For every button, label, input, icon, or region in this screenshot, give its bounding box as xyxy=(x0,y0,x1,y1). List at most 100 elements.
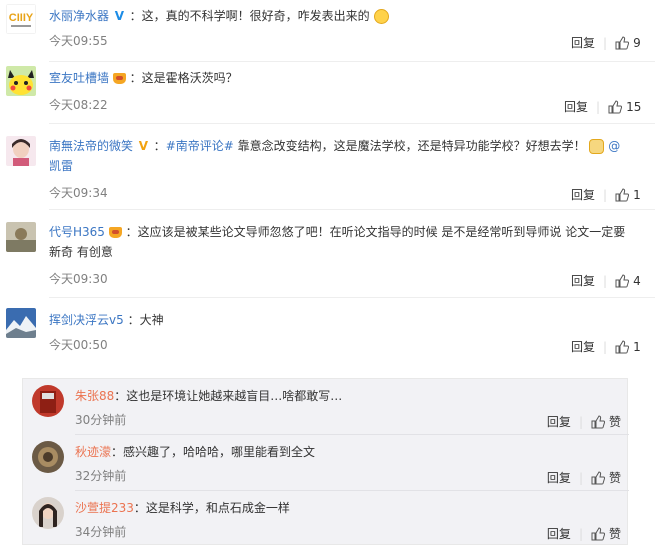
avatar[interactable] xyxy=(6,308,36,338)
like-button[interactable]: 赞 xyxy=(591,525,621,542)
comment-actions: 回复 | 9 xyxy=(571,34,641,51)
comment-text: ：这，真的不科学啊！很好奇，咋发表出来的 xyxy=(129,9,370,23)
comment-time: 32分钟前 xyxy=(75,469,127,483)
like-button[interactable]: 15 xyxy=(608,100,641,114)
like-count: 9 xyxy=(633,35,641,50)
comment-item: CIIIY 水丽净水器 V ：这，真的不科学啊！很好奇，咋发表出来的 今天09:… xyxy=(0,0,655,62)
comment-time: 今天08:22 xyxy=(49,98,108,112)
comment-item: 室友吐槽墙 ：这是霍格沃茨吗？ 今天08:22 回复 | 15 xyxy=(0,62,655,124)
like-count: 4 xyxy=(633,273,641,288)
reply-button[interactable]: 回复 xyxy=(547,469,571,486)
comment-text: 靠意念改变结构，这是魔法学校，还是特异功能学校？好想去学！ xyxy=(233,139,586,153)
divider: | xyxy=(603,35,608,50)
reply-button[interactable]: 回复 xyxy=(571,34,595,51)
reply-button[interactable]: 回复 xyxy=(571,272,595,289)
topic-link[interactable]: #南帝评论# xyxy=(166,139,234,153)
mention-link[interactable]: 凯雷 xyxy=(49,159,73,173)
divider: | xyxy=(603,273,608,288)
divider: | xyxy=(578,526,583,541)
like-button[interactable]: 赞 xyxy=(591,469,621,486)
comment-item: 代号H365 ：这应该是被某些论文导师忽悠了吧！在听论文指导的时候 是不是经常听… xyxy=(0,210,655,298)
comment-username[interactable]: 代号H365 xyxy=(49,225,105,239)
comment-username[interactable]: 南無法帝的微笑 xyxy=(49,139,133,153)
avatar[interactable] xyxy=(6,136,36,166)
avatar[interactable] xyxy=(32,441,64,473)
comment-text: ：这是霍格沃茨吗？ xyxy=(129,71,238,85)
comment-list-top: CIIIY 水丽净水器 V ：这，真的不科学啊！很好奇，咋发表出来的 今天09:… xyxy=(0,0,655,358)
divider: | xyxy=(603,339,608,354)
comment-time: 今天00:50 xyxy=(49,338,108,352)
comment-list-bottom: 朱张88：这也是环境让她越来越盲目…啥都敢写… 30分钟前 回复 | 赞 秋迹濛… xyxy=(22,378,629,546)
comment-username[interactable]: 朱张88 xyxy=(75,389,114,403)
like-count: 1 xyxy=(633,187,641,202)
thumb-up-icon xyxy=(608,99,623,113)
comment-text: 新奇 有创意 xyxy=(49,245,113,259)
avatar[interactable]: CIIIY xyxy=(6,4,36,34)
crown-badge-icon xyxy=(112,73,126,84)
divider: | xyxy=(578,414,583,429)
like-button[interactable]: 1 xyxy=(615,340,641,354)
comment-username[interactable]: 秋迹濛 xyxy=(75,445,111,459)
comment-item: 挥剑决浮云v5 ：大神 今天00:50 回复 | 1 xyxy=(0,298,655,358)
face-emoji-icon xyxy=(373,9,389,24)
comment-separator-colon: ： xyxy=(153,139,166,153)
comment-time: 今天09:34 xyxy=(49,186,108,200)
verified-badge-icon: V xyxy=(114,9,124,23)
comment-username[interactable]: 沙萱提233 xyxy=(75,501,134,515)
comment-actions: 回复 | 15 xyxy=(564,98,641,115)
comment-actions: 回复 | 4 xyxy=(571,272,641,289)
comment-username[interactable]: 室友吐槽墙 xyxy=(49,71,109,85)
comment-item: 朱张88：这也是环境让她越来越盲目…啥都敢写… 30分钟前 回复 | 赞 xyxy=(23,379,629,435)
reply-button[interactable]: 回复 xyxy=(547,413,571,430)
comment-time: 34分钟前 xyxy=(75,525,127,539)
comment-actions: 回复 | 赞 xyxy=(547,469,621,486)
thumb-up-icon xyxy=(615,35,630,49)
like-label: 赞 xyxy=(608,527,621,541)
avatar[interactable] xyxy=(32,385,64,417)
comment-actions: 回复 | 1 xyxy=(571,338,641,355)
like-button[interactable]: 9 xyxy=(615,36,641,50)
divider: | xyxy=(603,187,608,202)
mention-link[interactable]: @ xyxy=(608,139,620,153)
divider: | xyxy=(578,470,583,485)
comment-time: 今天09:30 xyxy=(49,272,108,286)
comment-text: ：这应该是被某些论文导师忽悠了吧！在听论文指导的时候 是不是经常听到导师说 论文… xyxy=(125,225,626,239)
comment-text: ：这是科学，和点石成金一样 xyxy=(133,501,290,515)
reply-button[interactable]: 回复 xyxy=(547,525,571,542)
svg-text:CIIIY: CIIIY xyxy=(9,12,34,24)
like-button[interactable]: 1 xyxy=(615,188,641,202)
comment-username[interactable]: 水丽净水器 xyxy=(49,9,109,23)
avatar[interactable] xyxy=(32,497,64,529)
like-count: 15 xyxy=(626,99,642,114)
avatar[interactable] xyxy=(6,66,36,96)
thumb-up-icon xyxy=(591,526,605,540)
comment-actions: 回复 | 赞 xyxy=(547,413,621,430)
comment-item: 秋迹濛：感兴趣了，哈哈哈，哪里能看到全文 32分钟前 回复 | 赞 xyxy=(23,435,629,491)
comment-item: 南無法帝的微笑 V ：#南帝评论# 靠意念改变结构，这是魔法学校，还是特异功能学… xyxy=(0,124,655,210)
comment-actions: 回复 | 赞 xyxy=(547,525,621,542)
comment-item: 沙萱提233：这是科学，和点石成金一样 34分钟前 回复 | 赞 xyxy=(23,491,629,546)
verified-badge-icon: V xyxy=(138,139,148,153)
crown-badge-icon xyxy=(108,227,122,238)
like-count: 1 xyxy=(633,339,641,354)
reply-button[interactable]: 回复 xyxy=(571,186,595,203)
divider: | xyxy=(596,99,601,114)
comment-time: 30分钟前 xyxy=(75,413,127,427)
comment-text: ：这也是环境让她越来越盲目…啥都敢写… xyxy=(114,389,343,403)
avatar[interactable] xyxy=(6,222,36,252)
like-button[interactable]: 赞 xyxy=(591,413,621,430)
comment-text: ：感兴趣了，哈哈哈，哪里能看到全文 xyxy=(111,445,316,459)
comment-text: ：大神 xyxy=(127,313,164,327)
thumb-up-icon xyxy=(591,470,605,484)
reply-button[interactable]: 回复 xyxy=(571,338,595,355)
reply-button[interactable]: 回复 xyxy=(564,98,588,115)
comment-actions: 回复 | 1 xyxy=(571,186,641,203)
like-button[interactable]: 4 xyxy=(615,274,641,288)
comment-username[interactable]: 挥剑决浮云v5 xyxy=(49,313,124,327)
thumb-up-icon xyxy=(615,273,630,287)
thumb-up-icon xyxy=(591,414,605,428)
comment-time: 今天09:55 xyxy=(49,34,108,48)
dog-emoji-icon xyxy=(589,139,605,154)
thumb-up-icon xyxy=(615,339,630,353)
thumb-up-icon xyxy=(615,187,630,201)
